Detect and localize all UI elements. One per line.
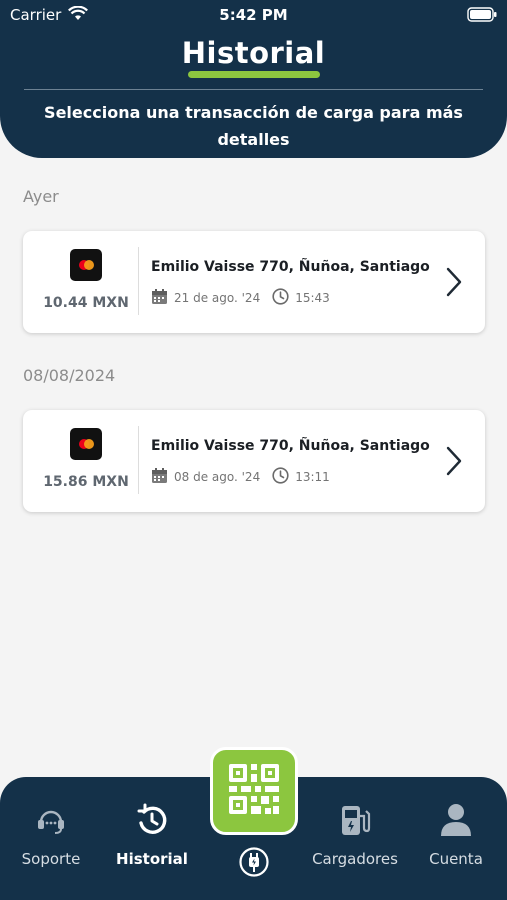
header-divider <box>24 89 483 90</box>
history-icon <box>102 802 202 842</box>
mastercard-icon <box>70 428 102 460</box>
section-label: 08/08/2024 <box>23 366 116 385</box>
tab-label: Cuenta <box>429 850 483 868</box>
tab-historial[interactable]: Historial <box>102 802 202 868</box>
transaction-card[interactable]: 10.44 MXN Emilio Vaisse 770, Ñuñoa, Sant… <box>23 231 485 333</box>
tab-label: Cargadores <box>312 850 398 868</box>
status-bar: Carrier 5:42 PM <box>0 0 507 30</box>
header: Carrier 5:42 PM Historial Selecciona una… <box>0 0 507 158</box>
support-icon <box>1 802 101 842</box>
transaction-meta: 21 de ago. '24 15:43 <box>151 288 330 308</box>
tab-cuenta[interactable]: Cuenta <box>406 802 506 868</box>
transaction-address: Emilio Vaisse 770, Ñuñoa, Santiago <box>151 259 430 275</box>
title-underline <box>188 71 320 78</box>
calendar-icon <box>151 467 168 487</box>
transaction-address: Emilio Vaisse 770, Ñuñoa, Santiago <box>151 438 430 454</box>
clock: 5:42 PM <box>219 6 288 24</box>
card-divider <box>138 247 139 315</box>
tab-soporte[interactable]: Soporte <box>1 802 101 868</box>
charger-station-icon <box>304 802 406 842</box>
transaction-time: 15:43 <box>295 291 330 305</box>
qr-code-icon <box>227 762 281 820</box>
transaction-amount: 15.86 MXN <box>43 474 129 490</box>
section-label: Ayer <box>23 187 59 206</box>
transaction-date: 21 de ago. '24 <box>174 291 261 305</box>
tab-label: Historial <box>116 850 188 868</box>
tab-cargadores[interactable]: Cargadores <box>304 802 406 868</box>
scan-qr-button[interactable] <box>210 747 298 835</box>
transaction-amount: 10.44 MXN <box>43 295 129 311</box>
transaction-card[interactable]: 15.86 MXN Emilio Vaisse 770, Ñuñoa, Sant… <box>23 410 485 512</box>
transaction-time: 13:11 <box>295 470 330 484</box>
battery-icon <box>467 7 497 26</box>
card-divider <box>138 426 139 494</box>
transaction-meta: 08 de ago. '24 13:11 <box>151 467 330 487</box>
charging-plug-icon <box>237 845 271 883</box>
account-icon <box>406 802 506 842</box>
clock-icon <box>272 288 289 308</box>
mastercard-icon <box>70 249 102 281</box>
page-subtitle: Selecciona una transacción de carga para… <box>44 103 463 149</box>
page-title: Historial <box>181 36 326 70</box>
chevron-right-icon <box>446 267 462 301</box>
clock-icon <box>272 467 289 487</box>
chevron-right-icon <box>446 446 462 480</box>
calendar-icon <box>151 288 168 308</box>
tab-label: Soporte <box>21 850 81 868</box>
transaction-date: 08 de ago. '24 <box>174 470 261 484</box>
